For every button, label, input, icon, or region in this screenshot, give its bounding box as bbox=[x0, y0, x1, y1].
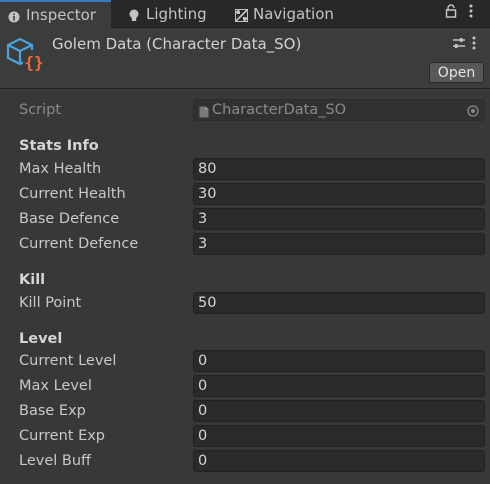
field-label: Kill Point bbox=[19, 295, 82, 311]
script-file-icon bbox=[199, 104, 209, 124]
field-row-current-level: Current Level 0 bbox=[0, 349, 490, 374]
field-row-base-defence: Base Defence 3 bbox=[0, 207, 490, 232]
section-heading: Stats Info bbox=[19, 138, 99, 154]
max-level-input[interactable]: 0 bbox=[193, 375, 485, 397]
tab-inspector-label: Inspector bbox=[26, 6, 96, 24]
script-row: Script CharacterData_SO bbox=[0, 98, 490, 123]
field-label: Current Level bbox=[19, 353, 117, 369]
current-defence-input[interactable]: 3 bbox=[193, 233, 485, 255]
script-value: CharacterData_SO bbox=[212, 102, 347, 118]
tab-inspector[interactable]: Inspector bbox=[0, 0, 111, 28]
section-stats-info: Stats Info bbox=[0, 134, 490, 159]
base-defence-input[interactable]: 3 bbox=[193, 208, 485, 230]
navigation-icon bbox=[235, 8, 248, 22]
info-icon bbox=[8, 9, 20, 23]
base-exp-input[interactable]: 0 bbox=[193, 400, 485, 422]
field-label: Max Health bbox=[19, 161, 102, 177]
field-row-max-health: Max Health 80 bbox=[0, 157, 490, 182]
max-health-input[interactable]: 80 bbox=[193, 158, 485, 180]
field-label: Base Defence bbox=[19, 211, 120, 227]
scriptable-object-icon: {} bbox=[6, 36, 46, 78]
tab-navigation-label: Navigation bbox=[253, 4, 334, 23]
field-label: Level Buff bbox=[19, 453, 92, 469]
object-picker-icon[interactable] bbox=[467, 103, 479, 123]
field-label: Current Health bbox=[19, 186, 126, 202]
context-menu-icon[interactable] bbox=[472, 35, 476, 54]
field-label: Max Level bbox=[19, 378, 92, 394]
tab-lighting[interactable]: Lighting bbox=[120, 0, 225, 27]
bulb-icon bbox=[128, 8, 140, 21]
field-row-base-exp: Base Exp 0 bbox=[0, 399, 490, 424]
current-level-input[interactable]: 0 bbox=[193, 350, 485, 372]
field-row-kill-point: Kill Point 50 bbox=[0, 291, 490, 316]
script-label: Script bbox=[19, 102, 62, 118]
tab-navigation[interactable]: Navigation bbox=[227, 0, 347, 27]
open-button[interactable]: Open bbox=[429, 62, 484, 83]
inspector-header: {} Golem Data (Character Data_SO) Open bbox=[0, 28, 490, 89]
lock-icon[interactable] bbox=[445, 4, 457, 22]
current-exp-input[interactable]: 0 bbox=[193, 425, 485, 447]
tab-bar: Inspector Lighting Navigation bbox=[0, 0, 490, 28]
field-label: Current Exp bbox=[19, 428, 106, 444]
more-options-icon[interactable] bbox=[469, 4, 473, 22]
tab-lighting-label: Lighting bbox=[146, 4, 207, 23]
inspector-title: Golem Data (Character Data_SO) bbox=[52, 35, 302, 53]
field-label: Current Defence bbox=[19, 236, 139, 252]
field-row-level-buff: Level Buff 0 bbox=[0, 449, 490, 474]
field-label: Base Exp bbox=[19, 403, 86, 419]
field-row-max-level: Max Level 0 bbox=[0, 374, 490, 399]
kill-point-input[interactable]: 50 bbox=[193, 292, 485, 314]
svg-text:{}: {} bbox=[24, 53, 43, 72]
field-row-current-health: Current Health 30 bbox=[0, 182, 490, 207]
field-row-current-exp: Current Exp 0 bbox=[0, 424, 490, 449]
section-heading: Kill bbox=[19, 272, 46, 288]
section-kill: Kill bbox=[0, 268, 490, 293]
field-row-current-defence: Current Defence 3 bbox=[0, 232, 490, 257]
presets-icon[interactable] bbox=[452, 35, 466, 54]
level-buff-input[interactable]: 0 bbox=[193, 450, 485, 472]
script-field: CharacterData_SO bbox=[193, 99, 485, 121]
current-health-input[interactable]: 30 bbox=[193, 183, 485, 205]
